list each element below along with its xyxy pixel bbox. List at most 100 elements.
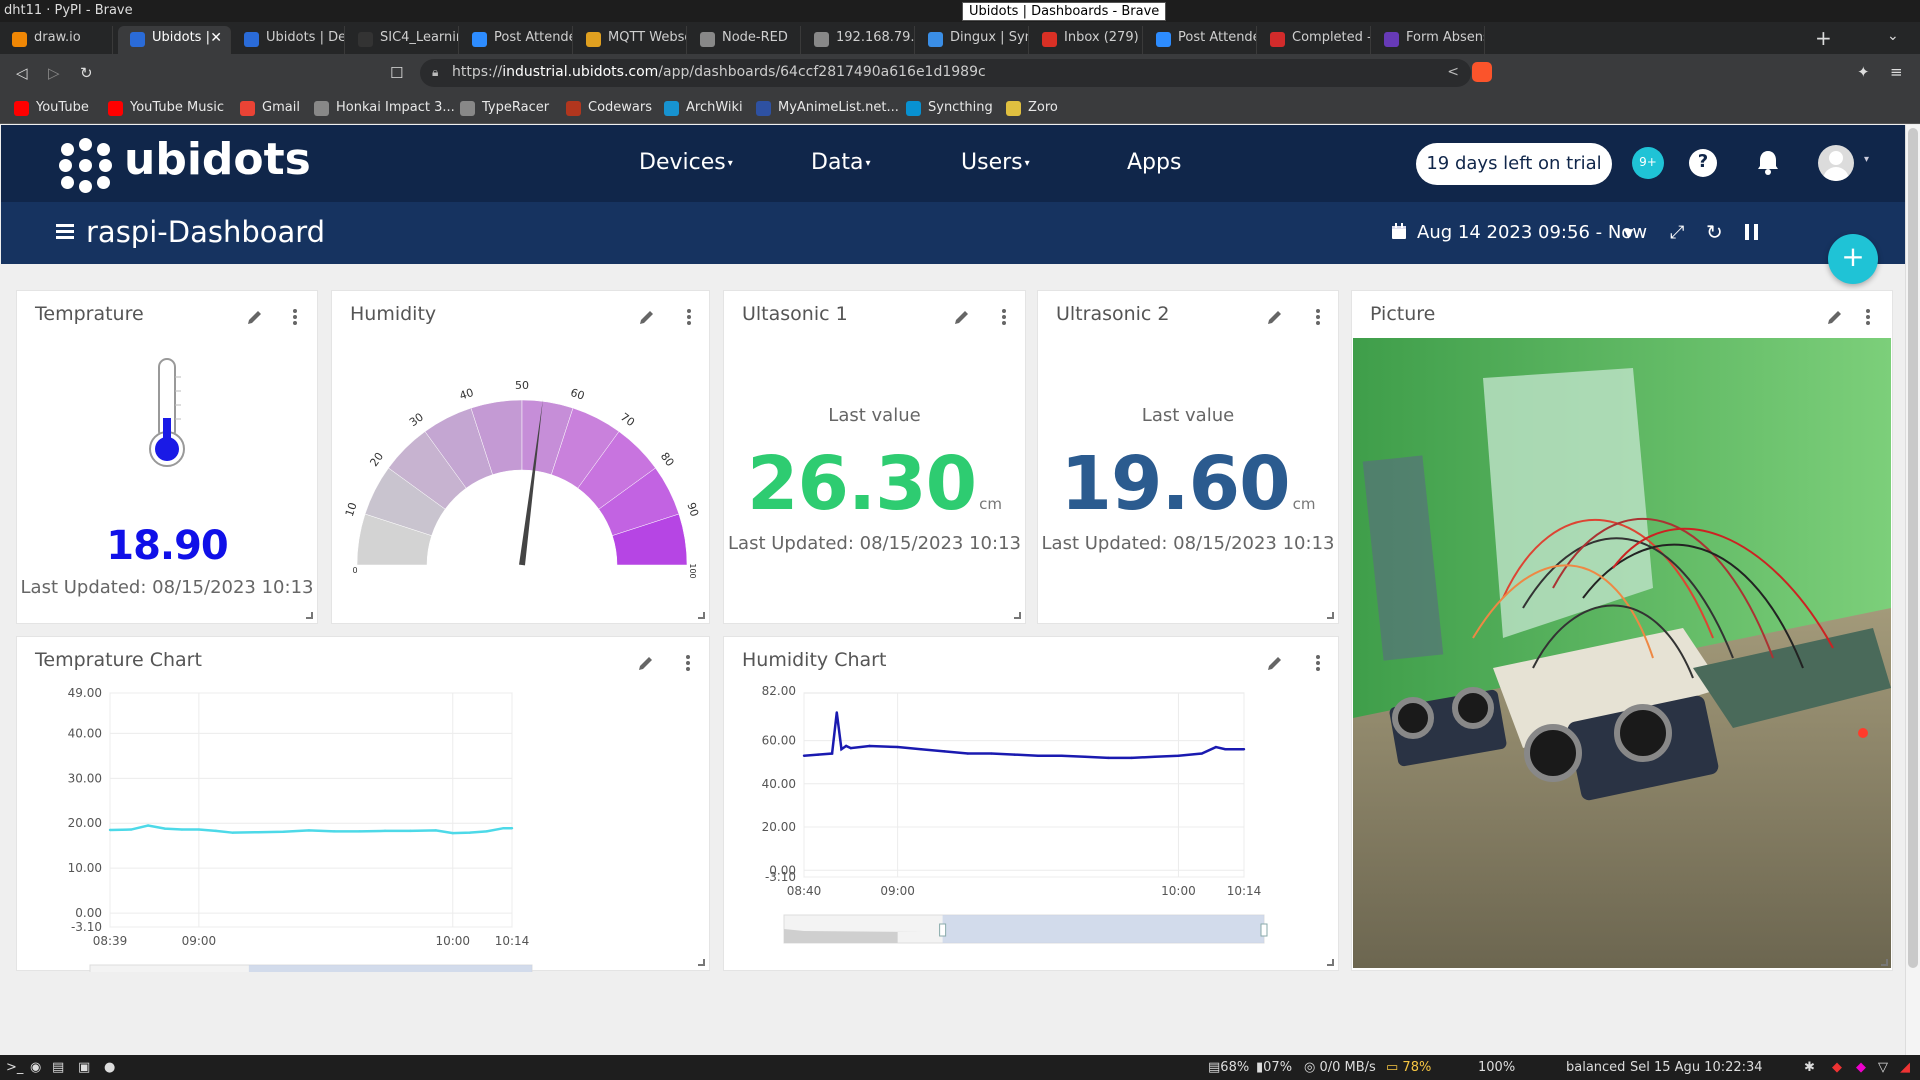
data-point[interactable] bbox=[943, 750, 946, 753]
brave-shields-icon[interactable] bbox=[1472, 62, 1492, 82]
data-point[interactable] bbox=[1214, 745, 1218, 749]
close-tab-icon[interactable]: ✕ bbox=[210, 30, 222, 46]
bookmark-item[interactable]: Codewars bbox=[566, 100, 652, 116]
reload-icon[interactable]: ↻ bbox=[80, 64, 93, 82]
edit-pencil-icon[interactable] bbox=[953, 308, 971, 326]
bookmark-item[interactable]: YouTube bbox=[14, 100, 89, 116]
nav-devices[interactable]: Devices ▾ bbox=[639, 150, 733, 175]
new-tab-button[interactable]: + bbox=[1815, 26, 1832, 50]
series-line[interactable] bbox=[109, 824, 512, 835]
caret-down-icon[interactable]: ▼ bbox=[1624, 226, 1633, 240]
hamburger-menu-icon[interactable] bbox=[56, 224, 74, 240]
data-point[interactable] bbox=[333, 830, 336, 833]
data-point[interactable] bbox=[1177, 754, 1180, 757]
bookmark-item[interactable]: Honkai Impact 3... bbox=[314, 100, 455, 116]
data-point[interactable] bbox=[197, 828, 201, 831]
add-widget-button[interactable]: + bbox=[1828, 234, 1878, 284]
scrollbar-thumb[interactable] bbox=[1908, 128, 1918, 968]
pause-icon[interactable] bbox=[1745, 224, 1759, 240]
bookmark-item[interactable]: MyAnimeList.net... bbox=[756, 100, 899, 116]
bookmark-item[interactable]: YouTube Music bbox=[108, 100, 224, 116]
browser-menu-icon[interactable]: ≡ bbox=[1890, 63, 1903, 81]
browser-tab[interactable]: Post Attendee - 2 bbox=[460, 26, 573, 54]
fullscreen-icon[interactable]: ⤢ bbox=[1670, 222, 1684, 243]
data-point[interactable] bbox=[409, 829, 412, 833]
bookmark-item[interactable]: Gmail bbox=[240, 100, 300, 116]
navigator-handle[interactable] bbox=[1260, 923, 1268, 937]
navigator-handle[interactable] bbox=[939, 923, 947, 937]
bookmark-item[interactable]: TypeRacer bbox=[460, 100, 549, 116]
refresh-icon[interactable]: ↻ bbox=[1706, 220, 1723, 244]
more-options-icon[interactable] bbox=[293, 308, 297, 326]
browser-tab[interactable]: Dingux | Syncthi bbox=[916, 26, 1029, 54]
bookmark-icon[interactable]: ☐ bbox=[390, 64, 403, 82]
resize-handle-icon[interactable] bbox=[698, 959, 705, 966]
data-point[interactable] bbox=[1200, 752, 1204, 755]
browser-tab[interactable]: Completed - Skil bbox=[1258, 26, 1371, 54]
data-point[interactable] bbox=[485, 830, 488, 833]
back-icon[interactable]: ◁ bbox=[16, 64, 28, 82]
forward-icon[interactable]: ▷ bbox=[48, 64, 60, 82]
help-icon[interactable]: ? bbox=[1689, 149, 1717, 177]
tray-alert-icon[interactable]: ◢ bbox=[1900, 1060, 1910, 1075]
bell-icon[interactable] bbox=[1754, 148, 1782, 176]
tray-app-icon[interactable]: ◆ bbox=[1856, 1060, 1866, 1075]
terminal-icon[interactable]: >_ bbox=[6, 1060, 23, 1075]
notification-badge[interactable]: 9+ bbox=[1632, 147, 1664, 179]
address-bar[interactable]: 🔒︎ https://industrial.ubidots.com/app/da… bbox=[420, 59, 1471, 87]
edit-pencil-icon[interactable] bbox=[1826, 308, 1844, 326]
dashboard-title[interactable]: raspi-Dashboard bbox=[86, 215, 325, 249]
browser-tab[interactable]: SIC4_Learning/U bbox=[346, 26, 459, 54]
data-point[interactable] bbox=[180, 828, 184, 831]
trial-button[interactable]: 19 days left on trial bbox=[1416, 143, 1612, 185]
data-point[interactable] bbox=[358, 830, 361, 833]
edit-pencil-icon[interactable] bbox=[1266, 308, 1284, 326]
data-point[interactable] bbox=[802, 754, 806, 757]
browser-tab[interactable]: Inbox (279) - half bbox=[1030, 26, 1143, 54]
wifi-icon[interactable]: ▽ bbox=[1878, 1060, 1888, 1075]
data-point[interactable] bbox=[214, 829, 217, 833]
data-point[interactable] bbox=[1224, 748, 1227, 751]
resize-handle-icon[interactable] bbox=[1327, 959, 1334, 966]
data-point[interactable] bbox=[502, 826, 505, 830]
data-point[interactable] bbox=[1060, 754, 1063, 757]
resize-handle-icon[interactable] bbox=[698, 612, 705, 619]
data-point[interactable] bbox=[835, 711, 838, 714]
data-point[interactable] bbox=[1130, 756, 1133, 760]
data-point[interactable] bbox=[307, 829, 311, 832]
data-point[interactable] bbox=[1153, 755, 1157, 758]
data-point[interactable] bbox=[108, 828, 112, 832]
data-point[interactable] bbox=[1242, 748, 1246, 751]
more-options-icon[interactable] bbox=[1002, 308, 1006, 326]
files-icon[interactable]: ▤ bbox=[52, 1060, 64, 1075]
ubidots-logo[interactable]: ubidots bbox=[57, 134, 311, 194]
window-icon[interactable]: ▣ bbox=[78, 1060, 90, 1075]
data-point[interactable] bbox=[282, 830, 285, 833]
chat-icon[interactable]: ● bbox=[104, 1060, 115, 1075]
data-point[interactable] bbox=[451, 831, 454, 835]
data-point[interactable] bbox=[468, 831, 471, 834]
date-range-selector[interactable]: Aug 14 2023 09:56 - Now bbox=[1417, 222, 1647, 243]
browser-tab[interactable]: Node-RED bbox=[688, 26, 801, 54]
bookmark-item[interactable]: Zoro bbox=[1006, 100, 1058, 116]
browser-tab[interactable]: 192.168.79.213:1 bbox=[802, 26, 915, 54]
bookmark-item[interactable]: ArchWiki bbox=[664, 100, 743, 116]
data-point[interactable] bbox=[1013, 753, 1016, 756]
data-point[interactable] bbox=[849, 746, 853, 750]
data-point[interactable] bbox=[966, 752, 970, 755]
tab-list-chevron-icon[interactable]: ⌄ bbox=[1887, 28, 1899, 44]
data-point[interactable] bbox=[231, 831, 234, 834]
nav-users[interactable]: Users ▾ bbox=[961, 150, 1030, 175]
data-point[interactable] bbox=[434, 829, 438, 832]
nav-apps[interactable]: Apps bbox=[1127, 150, 1181, 175]
power-profile[interactable]: balanced bbox=[1566, 1060, 1625, 1075]
browser-taskbar-icon[interactable]: ◉ bbox=[30, 1060, 41, 1075]
more-options-icon[interactable] bbox=[1866, 308, 1870, 326]
bookmark-item[interactable]: Syncthing bbox=[906, 100, 993, 116]
data-point[interactable] bbox=[383, 829, 387, 833]
resize-handle-icon[interactable] bbox=[1014, 612, 1021, 619]
data-point[interactable] bbox=[1107, 756, 1110, 760]
calendar-icon[interactable] bbox=[1391, 223, 1407, 240]
resize-handle-icon[interactable] bbox=[306, 612, 313, 619]
share-icon[interactable]: < bbox=[1447, 64, 1459, 80]
